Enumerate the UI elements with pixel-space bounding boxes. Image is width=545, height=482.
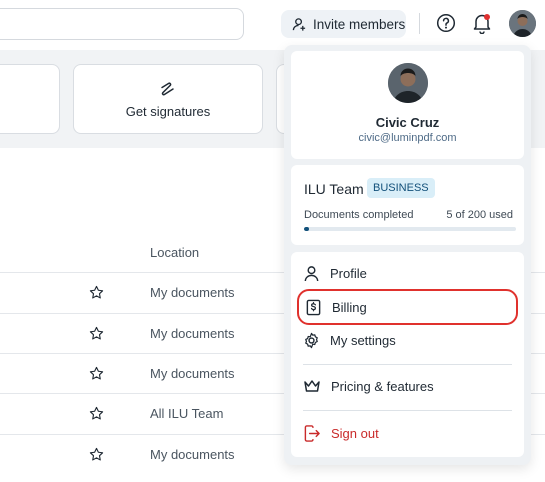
- plan-badge: BUSINESS: [367, 178, 435, 198]
- account-menu: Civic Cruz civic@luminpdf.com ILU Team B…: [284, 45, 531, 465]
- search-input[interactable]: [0, 8, 244, 40]
- get-signatures-card[interactable]: Get signatures: [73, 64, 263, 134]
- avatar-image: [388, 63, 428, 103]
- menu-item-billing[interactable]: Billing: [297, 289, 518, 325]
- menu-item-label: Pricing & features: [331, 378, 434, 394]
- documents-usage-bar: [304, 227, 516, 231]
- menu-divider: [303, 410, 512, 411]
- gear-icon: [305, 332, 318, 348]
- location-cell: My documents: [150, 326, 235, 341]
- invite-members-button[interactable]: Invite members: [281, 10, 406, 38]
- location-column-header: Location: [150, 245, 200, 260]
- billing-icon: [306, 299, 321, 315]
- location-cell: My documents: [150, 447, 235, 462]
- user-icon: [304, 265, 319, 281]
- location-cell: My documents: [150, 366, 235, 381]
- menu-divider: [303, 364, 512, 365]
- documents-usage-fill: [304, 227, 310, 231]
- star-icon[interactable]: [89, 447, 104, 462]
- team-name: ILU Team: [304, 181, 364, 197]
- quick-action-card[interactable]: [0, 64, 60, 134]
- location-cell: My documents: [150, 285, 235, 300]
- documents-completed-label: Documents completed: [304, 209, 414, 221]
- star-icon[interactable]: [89, 326, 104, 341]
- menu-item-label: Profile: [330, 265, 367, 281]
- star-icon[interactable]: [89, 406, 104, 421]
- menu-item-signout[interactable]: Sign out: [297, 417, 518, 449]
- star-icon[interactable]: [89, 285, 104, 300]
- menu-item-settings[interactable]: My settings: [297, 324, 518, 356]
- user-name: Civic Cruz: [375, 115, 440, 130]
- top-bar: Invite members: [0, 0, 545, 50]
- team-summary[interactable]: ILU Team BUSINESS Documents completed 5 …: [291, 165, 524, 245]
- location-cell: All ILU Team: [150, 406, 224, 421]
- menu-item-label: Sign out: [331, 425, 379, 441]
- user-email: civic@luminpdf.com: [358, 132, 457, 144]
- crown-icon: [304, 380, 320, 392]
- avatar: [388, 63, 428, 103]
- get-signatures-label: Get signatures: [125, 103, 211, 119]
- profile-summary: Civic Cruz civic@luminpdf.com: [291, 51, 524, 159]
- account-menu-list: Profile Billing My settings Pricing & fe…: [291, 252, 524, 457]
- menu-item-label: Billing: [332, 299, 367, 315]
- sign-out-icon: [304, 424, 320, 442]
- user-avatar-button[interactable]: [509, 10, 536, 37]
- star-icon[interactable]: [89, 366, 104, 381]
- avatar-image: [509, 10, 536, 37]
- menu-item-profile[interactable]: Profile: [297, 257, 518, 289]
- notification-dot: [484, 14, 490, 20]
- add-user-icon: [292, 17, 306, 31]
- menu-item-label: My settings: [330, 332, 396, 348]
- invite-members-label: Invite members: [313, 16, 406, 32]
- toolbar-divider: [419, 13, 420, 34]
- menu-item-pricing[interactable]: Pricing & features: [297, 370, 518, 402]
- documents-usage-count: 5 of 200 used: [446, 209, 513, 221]
- help-icon[interactable]: [436, 13, 456, 33]
- signature-icon: [161, 82, 174, 95]
